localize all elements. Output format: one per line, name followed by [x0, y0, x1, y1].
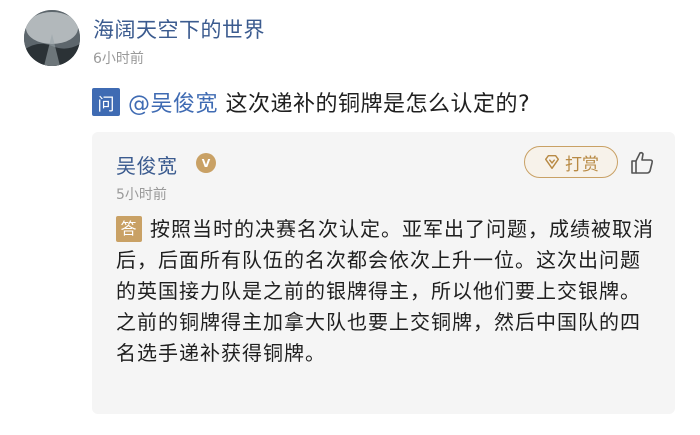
question-mention[interactable]: @吴俊宽: [128, 92, 218, 117]
post-time: 6小时前: [93, 51, 144, 67]
answer-text: 按照当时的决赛名次认定。亚军出了问题，成绩被取消后，后面所有队伍的名次都会依次上…: [116, 217, 654, 365]
answer-card: 吴俊宽 V 打赏 5小时前 答按照当时的决赛名次认定。亚军出了问题，成绩被取消后…: [92, 132, 675, 414]
tip-label: 打赏: [565, 154, 599, 175]
question-text-wrapper: @吴俊宽 这次递补的铜牌是怎么认定的?: [128, 86, 530, 118]
question-badge: 问: [92, 88, 120, 116]
tip-button[interactable]: 打赏: [524, 146, 618, 178]
answer-body: 答按照当时的决赛名次认定。亚军出了问题，成绩被取消后，后面所有队伍的名次都会依次…: [116, 214, 656, 369]
answerer-name[interactable]: 吴俊宽: [116, 150, 178, 179]
avatar[interactable]: [24, 10, 80, 66]
answer-time: 5小时前: [116, 187, 167, 203]
verified-v-icon: V: [196, 153, 216, 173]
diamond-coin-icon: [544, 154, 560, 170]
answer-badge: 答: [116, 216, 142, 242]
question-row: 问 @吴俊宽 这次递补的铜牌是怎么认定的?: [92, 86, 530, 118]
question-text: 这次递补的铜牌是怎么认定的?: [225, 92, 531, 117]
landscape-avatar-image: [24, 10, 80, 66]
thumbs-up-icon[interactable]: [628, 149, 656, 177]
post-username[interactable]: 海阔天空下的世界: [93, 14, 265, 44]
